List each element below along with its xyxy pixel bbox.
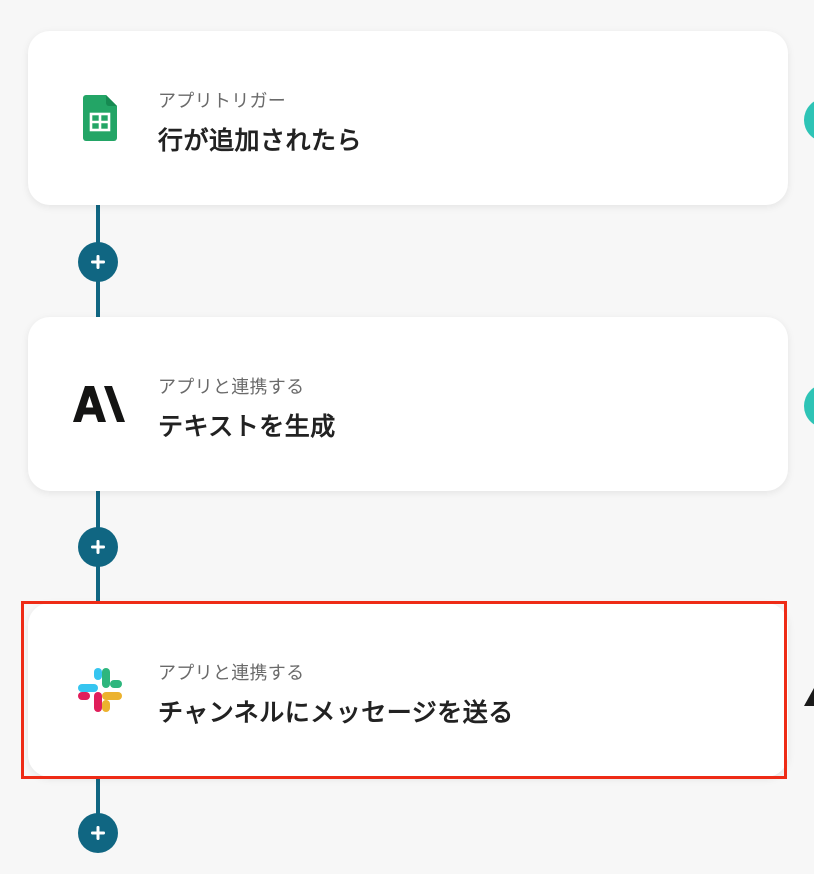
step-status-indicator <box>804 98 814 142</box>
plus-icon <box>91 540 105 554</box>
add-step-button[interactable] <box>78 527 118 567</box>
step-title: チャンネルにメッセージを送る <box>158 698 514 727</box>
plus-icon <box>91 826 105 840</box>
flow-step-card-send-message[interactable]: アプリと連携する チャンネルにメッセージを送る <box>28 603 788 777</box>
flow-step-card-generate-text[interactable]: アプリと連携する テキストを生成 <box>28 317 788 491</box>
step-title: 行が追加されたら <box>158 126 363 155</box>
flow-step-card-trigger[interactable]: アプリトリガー 行が追加されたら <box>28 31 788 205</box>
step-title: テキストを生成 <box>158 412 336 441</box>
step-status-indicator <box>804 384 814 428</box>
step-type-label: アプリと連携する <box>158 663 305 684</box>
plus-icon <box>91 255 105 269</box>
google-sheets-icon <box>72 93 128 143</box>
add-step-button[interactable] <box>78 813 118 853</box>
anthropic-icon <box>72 379 128 429</box>
add-step-button[interactable] <box>78 242 118 282</box>
slack-icon <box>72 665 128 715</box>
step-type-label: アプリと連携する <box>158 377 305 398</box>
step-type-label: アプリトリガー <box>158 91 287 112</box>
warning-icon <box>804 688 814 706</box>
